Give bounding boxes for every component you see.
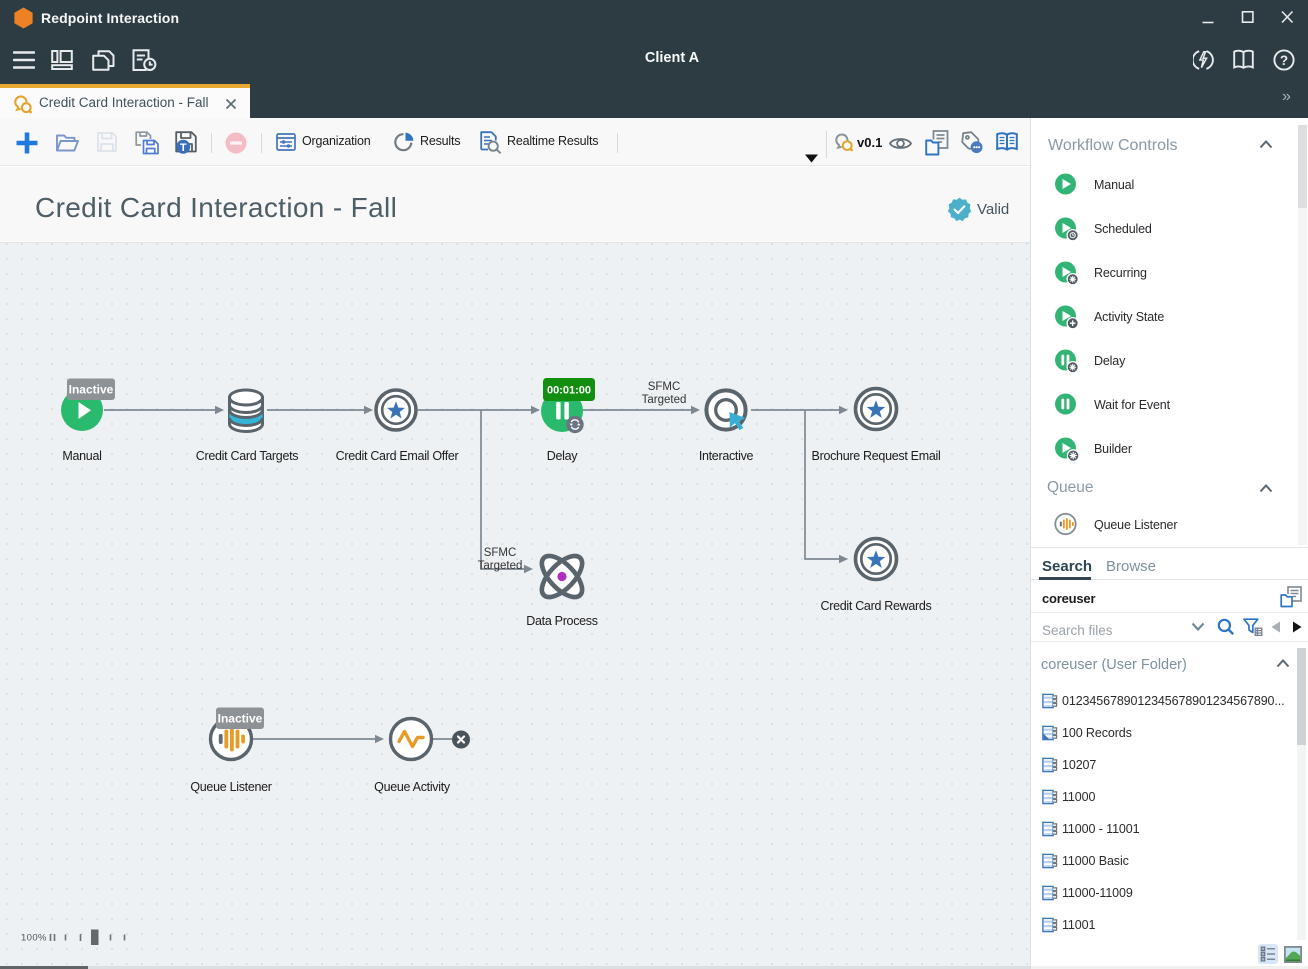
svg-text:Credit Card Targets: Credit Card Targets <box>196 449 298 463</box>
svg-text:Manual: Manual <box>1094 178 1134 192</box>
svg-text:Delay: Delay <box>547 449 579 463</box>
svg-text:T: T <box>180 142 187 154</box>
svg-text:00:01:00: 00:01:00 <box>547 385 591 397</box>
svg-text:Activity State: Activity State <box>1094 310 1164 324</box>
svg-text:Queue: Queue <box>1047 479 1094 496</box>
svg-text:Data Process: Data Process <box>526 614 597 628</box>
svg-text:Targeted: Targeted <box>642 394 687 406</box>
svg-text:Wait for Event: Wait for Event <box>1094 398 1171 412</box>
svg-text:Scheduled: Scheduled <box>1094 222 1152 236</box>
svg-text:Brochure Request Email: Brochure Request Email <box>812 449 941 463</box>
svg-text:Queue Activity: Queue Activity <box>374 780 451 794</box>
svg-text:Recurring: Recurring <box>1094 266 1147 280</box>
svg-text:100%: 100% <box>21 933 47 944</box>
svg-text:Inactive: Inactive <box>218 712 263 726</box>
svg-text:Delay: Delay <box>1094 354 1126 368</box>
svg-text:SFMC: SFMC <box>648 381 681 393</box>
svg-text:SFMC: SFMC <box>484 547 517 559</box>
svg-text:Queue Listener: Queue Listener <box>190 780 271 794</box>
svg-text:Targeted: Targeted <box>478 560 523 572</box>
svg-text:Credit Card Rewards: Credit Card Rewards <box>820 599 931 613</box>
svg-text:Interactive: Interactive <box>699 449 754 463</box>
svg-text:Builder: Builder <box>1094 442 1132 456</box>
svg-text:Manual: Manual <box>62 449 101 463</box>
svg-text:Credit Card Email Offer: Credit Card Email Offer <box>336 449 459 463</box>
svg-text:?: ? <box>1280 53 1288 68</box>
svg-text:Inactive: Inactive <box>69 383 114 397</box>
svg-text:Queue Listener: Queue Listener <box>1094 518 1177 532</box>
